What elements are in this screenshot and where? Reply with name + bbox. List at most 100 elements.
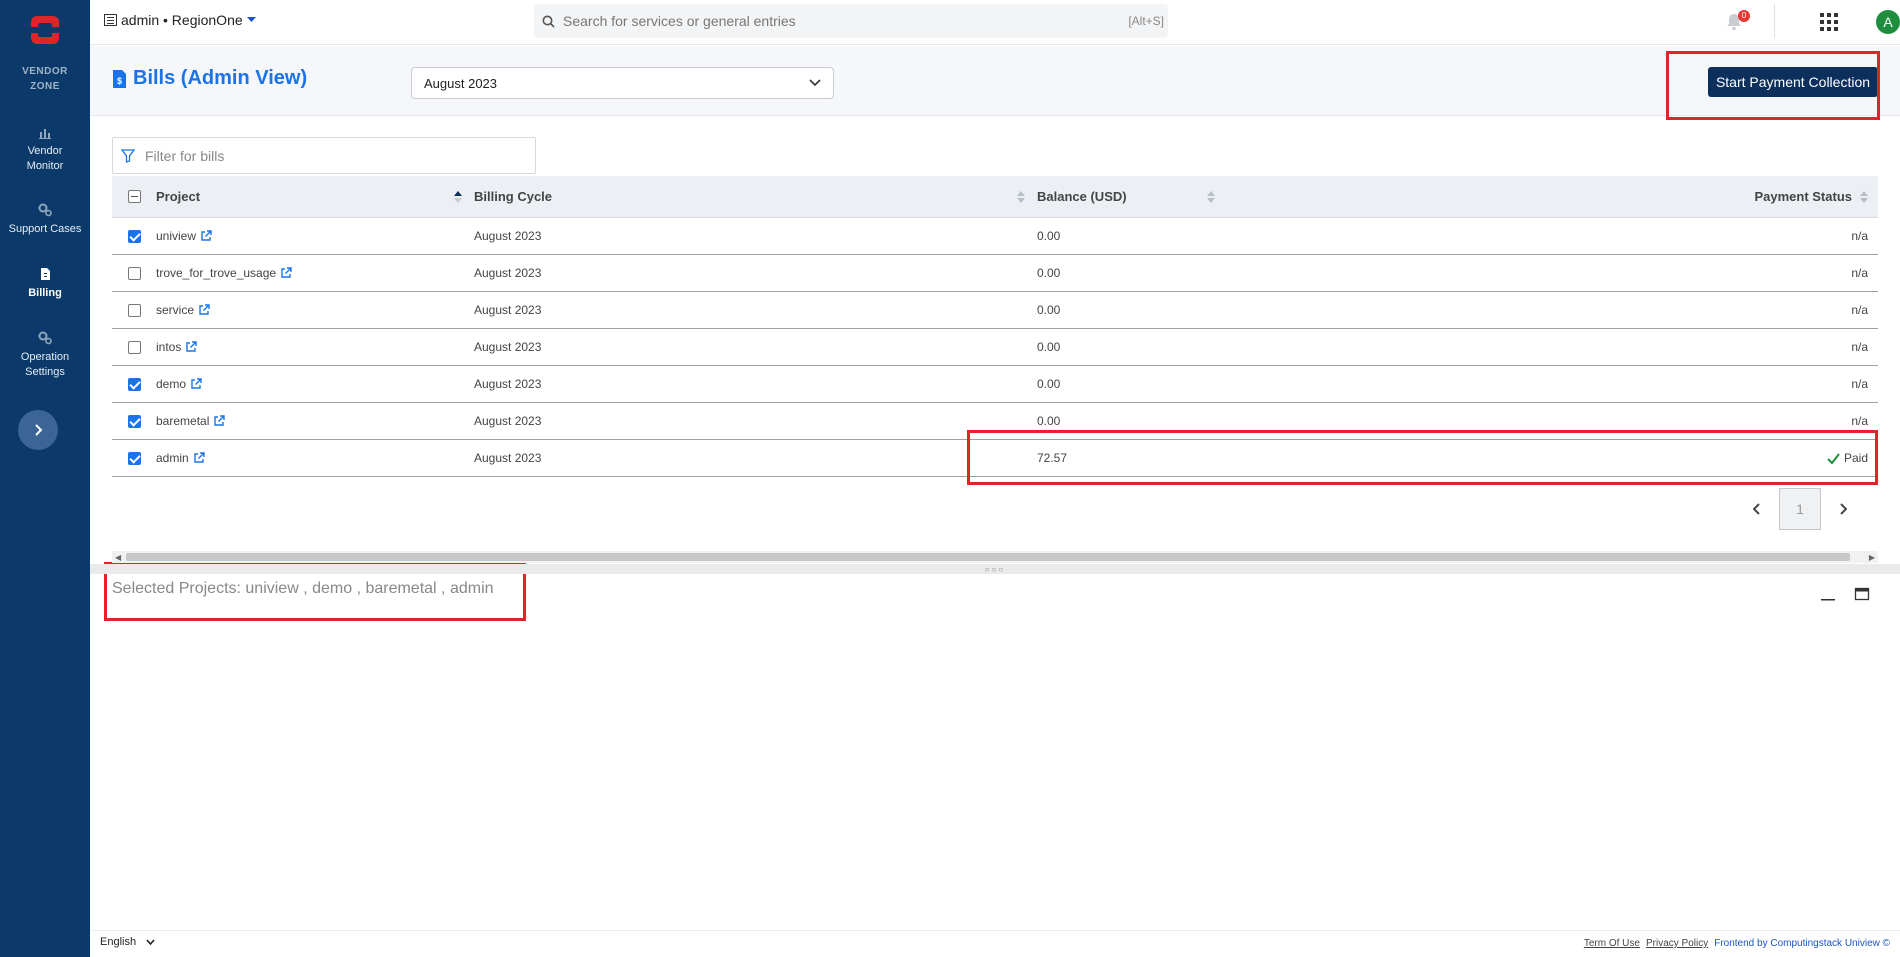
external-link-icon[interactable] — [213, 415, 226, 427]
sort-icon[interactable] — [1017, 190, 1025, 203]
sidebar-item-label: Operation — [20, 351, 70, 363]
table-row[interactable]: trove_for_trove_usage August 2023 0.00 n… — [112, 255, 1878, 292]
row-checkbox[interactable] — [127, 229, 141, 243]
row-checkbox[interactable] — [127, 377, 141, 391]
sidebar-item-label: Billing — [28, 287, 62, 299]
privacy-policy-link[interactable]: Privacy Policy — [1646, 938, 1708, 949]
sidebar-expand-button[interactable] — [18, 410, 58, 450]
table-row[interactable]: baremetal August 2023 0.00 n/a — [112, 403, 1878, 440]
balance-cell: 0.00 — [1037, 266, 1061, 280]
billing-cycle-value: August 2023 — [424, 75, 498, 91]
top-bar: admin • RegionOne [Alt+S] 0 A — [90, 0, 1900, 45]
page-number-button[interactable]: 1 — [1779, 488, 1821, 530]
table-row[interactable]: admin August 2023 72.57 Paid — [112, 440, 1878, 477]
project-name[interactable]: demo — [156, 377, 186, 391]
table-row[interactable]: service August 2023 0.00 n/a — [112, 292, 1878, 329]
sort-icon[interactable] — [1207, 190, 1215, 203]
footer-links: Term Of Use Privacy Policy Frontend by C… — [1584, 938, 1890, 949]
project-name[interactable]: admin — [156, 451, 189, 465]
bar-chart-icon — [39, 129, 51, 139]
project-region-selector[interactable]: admin • RegionOne — [104, 12, 256, 28]
table-row[interactable]: demo August 2023 0.00 n/a — [112, 366, 1878, 403]
scroll-right-icon[interactable]: ▶ — [1869, 553, 1875, 562]
language-select[interactable]: English — [100, 936, 155, 948]
terms-of-use-link[interactable]: Term Of Use — [1584, 938, 1640, 949]
project-name[interactable]: service — [156, 303, 194, 317]
sidebar-item-operation-settings[interactable]: Operation Settings — [0, 331, 90, 380]
sort-ascending-icon[interactable] — [454, 190, 462, 203]
project-name[interactable]: baremetal — [156, 414, 209, 428]
column-header-balance[interactable]: Balance (USD) — [1037, 189, 1127, 204]
sidebar-item-vendor-monitor[interactable]: Vendor Monitor — [0, 125, 90, 174]
search-icon — [542, 15, 555, 28]
billing-cycle-cell: August 2023 — [474, 377, 542, 391]
chevron-right-icon[interactable] — [1839, 503, 1847, 515]
logo-text-vendor: VENDOR — [22, 66, 68, 77]
row-checkbox[interactable] — [127, 303, 141, 317]
external-link-icon[interactable] — [200, 230, 212, 242]
billing-cycle-cell: August 2023 — [474, 451, 542, 465]
billing-cycle-cell: August 2023 — [474, 266, 542, 280]
logo-text-zone: ZONE — [30, 81, 60, 92]
check-icon — [1827, 452, 1840, 464]
external-link-icon[interactable] — [198, 304, 210, 316]
sidebar-item-label: Monitor — [26, 160, 64, 172]
minimize-panel-icon[interactable] — [1820, 586, 1836, 602]
openstack-logo-icon — [31, 16, 59, 44]
table-row[interactable]: uniview August 2023 0.00 n/a — [112, 218, 1878, 255]
panel-resize-handle[interactable]: ○○○ — [90, 564, 1900, 574]
column-header-billing-cycle[interactable]: Billing Cycle — [474, 189, 552, 204]
bills-table: Project Billing Cycle Balance (USD) Paym… — [112, 176, 1878, 477]
row-checkbox[interactable] — [127, 340, 141, 354]
external-link-icon[interactable] — [280, 267, 292, 279]
selected-projects-text: Selected Projects: uniview , demo , bare… — [112, 580, 494, 597]
payment-status-cell: Paid — [1843, 451, 1868, 465]
row-checkbox[interactable] — [127, 451, 141, 465]
table-row[interactable]: intos August 2023 0.00 n/a — [112, 329, 1878, 366]
balance-cell: 0.00 — [1037, 377, 1061, 391]
column-header-payment-status[interactable]: Payment Status — [1754, 189, 1852, 204]
chevron-down-icon — [809, 79, 821, 87]
start-payment-collection-button[interactable]: Start Payment Collection — [1708, 67, 1878, 97]
external-link-icon[interactable] — [193, 452, 205, 464]
external-link-icon[interactable] — [190, 378, 202, 390]
select-all-checkbox[interactable] — [127, 190, 141, 203]
row-checkbox[interactable] — [127, 266, 141, 280]
chevron-down-icon — [146, 939, 155, 945]
credit-link[interactable]: Frontend by Computingstack Uniview © — [1714, 938, 1890, 949]
scrollbar-thumb[interactable] — [126, 553, 1850, 561]
table-header: Project Billing Cycle Balance (USD) Paym… — [112, 176, 1878, 218]
notifications-button[interactable]: 0 — [1726, 10, 1750, 34]
maximize-panel-icon[interactable] — [1854, 586, 1870, 602]
column-header-project[interactable]: Project — [156, 189, 200, 204]
horizontal-scrollbar[interactable]: ◀ ▶ — [112, 551, 1878, 563]
invoice-dollar-icon: $ — [113, 69, 126, 88]
sort-icon[interactable] — [1860, 190, 1868, 203]
app-launcher-button[interactable] — [1820, 13, 1838, 36]
scroll-left-icon[interactable]: ◀ — [115, 553, 121, 562]
list-icon — [104, 14, 117, 26]
billing-cycle-cell: August 2023 — [474, 414, 542, 428]
chevron-left-icon[interactable] — [1753, 503, 1761, 515]
balance-cell: 0.00 — [1037, 340, 1061, 354]
project-name[interactable]: trove_for_trove_usage — [156, 266, 276, 280]
sidebar-item-support-cases[interactable]: Support Cases — [0, 203, 90, 237]
external-link-icon[interactable] — [185, 341, 198, 353]
gears-icon — [38, 203, 52, 217]
billing-cycle-select[interactable]: August 2023 — [411, 67, 834, 99]
row-checkbox[interactable] — [127, 414, 141, 428]
vendor-zone-logo[interactable]: VENDOR ZONE — [0, 0, 90, 100]
balance-cell: 0.00 — [1037, 414, 1061, 428]
billing-cycle-cell: August 2023 — [474, 340, 542, 354]
chevron-right-icon — [35, 424, 43, 436]
sidebar-item-billing[interactable]: Billing — [0, 267, 90, 301]
search-input[interactable] — [563, 13, 1129, 29]
balance-cell: 0.00 — [1037, 303, 1061, 317]
sidebar-item-label: Support Cases — [8, 223, 82, 235]
project-name[interactable]: uniview — [156, 229, 196, 243]
top-bar-divider — [1774, 4, 1775, 38]
user-avatar[interactable]: A — [1876, 10, 1900, 34]
filter-input[interactable] — [145, 147, 535, 164]
page-title: $ Bills (Admin View) — [112, 67, 307, 90]
project-name[interactable]: intos — [156, 340, 181, 354]
